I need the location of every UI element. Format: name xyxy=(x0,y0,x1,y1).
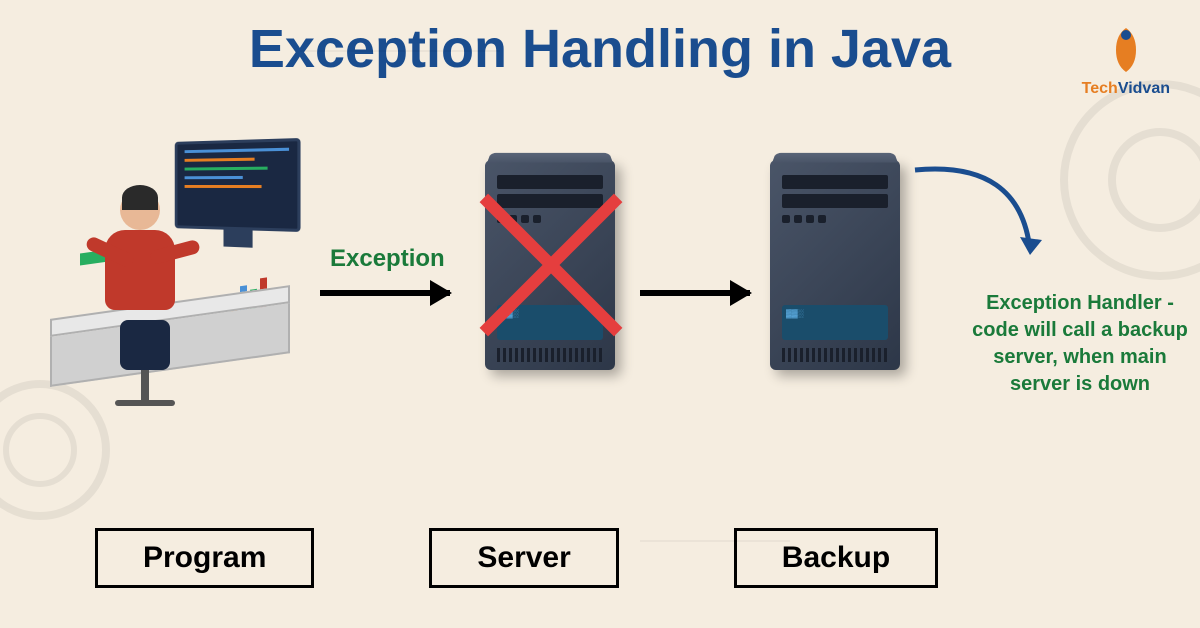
handler-description: Exception Handler - code will call a bac… xyxy=(970,290,1190,398)
arrow-icon xyxy=(320,290,450,296)
label-program: Program xyxy=(95,528,314,588)
server-backup-illustration: ▓▓░ xyxy=(770,160,900,370)
programmer-illustration xyxy=(50,130,310,410)
decorative-circuit xyxy=(300,50,500,52)
server-main-illustration: ▓▓░ xyxy=(485,160,615,370)
label-row: Program Server Backup xyxy=(0,528,1200,588)
label-backup: Backup xyxy=(734,528,938,588)
arrow-icon xyxy=(640,290,750,296)
brand-logo: TechVidvan xyxy=(1082,20,1170,98)
label-server: Server xyxy=(429,528,618,588)
curved-arrow-icon xyxy=(900,155,1060,275)
chair-icon xyxy=(110,320,180,410)
diagram-container: Exception ▓▓░ ▓▓░ Exception Handler - co… xyxy=(0,130,1200,530)
logo-icon xyxy=(1096,20,1156,80)
page-title: Exception Handling in Java xyxy=(0,0,1200,80)
logo-text: TechVidvan xyxy=(1082,80,1170,98)
exception-label: Exception xyxy=(330,245,445,273)
monitor-icon xyxy=(175,138,301,232)
